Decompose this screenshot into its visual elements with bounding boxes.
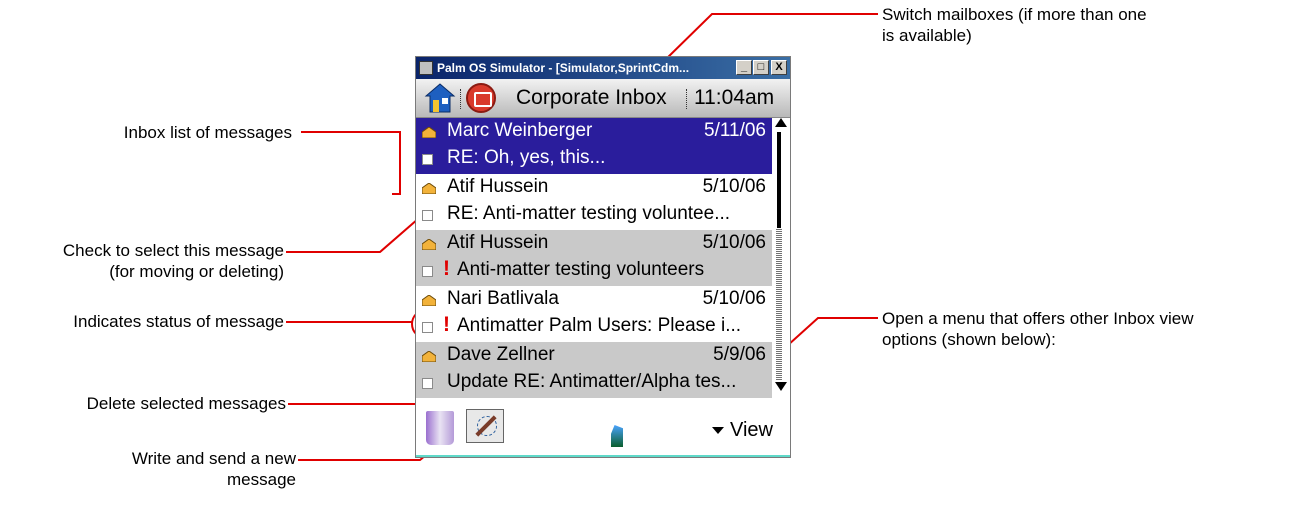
message-checkbox[interactable] xyxy=(422,210,433,221)
open-envelope-icon xyxy=(422,351,436,362)
header-separator xyxy=(686,89,689,109)
message-subject: Anti-matter testing volunteers xyxy=(457,259,705,280)
window-titlebar[interactable]: Palm OS Simulator - [Simulator,SprintCdm… xyxy=(416,57,790,79)
open-envelope-icon xyxy=(422,239,436,250)
close-button[interactable]: X xyxy=(771,60,787,75)
message-subject: Update RE: Antimatter/Alpha tes... xyxy=(447,371,737,392)
message-subject: RE: Oh, yes, this... xyxy=(447,147,606,168)
header-separator xyxy=(460,89,463,109)
app-header: Corporate Inbox 11:04am xyxy=(416,79,790,118)
message-checkbox[interactable] xyxy=(422,154,433,165)
message-sender: Atif Hussein xyxy=(447,232,549,253)
triangle-down-icon xyxy=(712,427,724,435)
annotation-view-menu: Open a menu that offers other Inbox view… xyxy=(882,309,1194,349)
palm-simulator-window: Palm OS Simulator - [Simulator,SprintCdm… xyxy=(415,56,791,458)
compose-icon[interactable] xyxy=(466,409,504,443)
bottom-toolbar: View xyxy=(416,401,790,457)
maximize-button[interactable]: □ xyxy=(753,60,769,75)
message-date: 5/10/06 xyxy=(702,288,766,309)
message-checkbox[interactable] xyxy=(422,322,433,333)
annotation-status: Indicates status of message xyxy=(73,312,284,331)
message-checkbox[interactable] xyxy=(422,378,433,389)
message-row[interactable]: Marc Weinberger 5/11/06 RE: Oh, yes, thi… xyxy=(416,118,772,174)
minimize-button[interactable]: _ xyxy=(736,60,752,75)
open-envelope-icon xyxy=(422,183,436,194)
mailbox-switcher[interactable]: Corporate Inbox xyxy=(516,86,667,110)
scroll-track[interactable] xyxy=(776,228,782,380)
annotation-check-select: Check to select this message (for moving… xyxy=(62,241,284,281)
message-sender: Marc Weinberger xyxy=(447,120,593,141)
annotation-switch-mailboxes: Switch mailboxes (if more than one is av… xyxy=(882,5,1147,45)
scroll-up-arrow-icon[interactable] xyxy=(775,118,787,127)
mail-app-icon[interactable] xyxy=(466,83,496,113)
trash-icon[interactable] xyxy=(426,411,454,445)
message-date: 5/10/06 xyxy=(702,232,766,253)
scroll-thumb[interactable] xyxy=(777,132,781,228)
open-envelope-icon xyxy=(422,127,436,138)
message-row[interactable]: Atif Hussein 5/10/06 RE: Anti-matter tes… xyxy=(416,174,772,230)
message-checkbox[interactable] xyxy=(422,266,433,277)
urgent-status-icon: ! xyxy=(443,313,450,336)
open-envelope-icon xyxy=(422,295,436,306)
message-sender: Dave Zellner xyxy=(447,344,555,365)
message-row[interactable]: Dave Zellner 5/9/06 Update RE: Antimatte… xyxy=(416,342,772,398)
message-row[interactable]: Atif Hussein 5/10/06 ! Anti-matter testi… xyxy=(416,230,772,286)
scroll-down-arrow-icon[interactable] xyxy=(775,382,787,391)
message-subject: RE: Anti-matter testing voluntee... xyxy=(447,203,731,224)
simulator-app-icon xyxy=(419,61,433,75)
annotation-delete: Delete selected messages xyxy=(86,394,286,413)
message-sender: Nari Batlivala xyxy=(447,288,559,309)
signal-icon xyxy=(611,425,623,447)
inbox-message-list: Marc Weinberger 5/11/06 RE: Oh, yes, thi… xyxy=(416,118,776,414)
view-menu-button[interactable]: View xyxy=(712,419,773,442)
bottom-border xyxy=(416,455,790,457)
message-date: 5/11/06 xyxy=(704,120,766,141)
leader-check-select xyxy=(286,211,427,253)
inbox-scrollbar[interactable] xyxy=(772,118,790,394)
clock: 11:04am xyxy=(694,86,775,109)
message-sender: Atif Hussein xyxy=(447,176,549,197)
message-subject: Antimatter Palm Users: Please i... xyxy=(457,315,742,336)
urgent-status-icon: ! xyxy=(443,257,450,280)
window-title: Palm OS Simulator - [Simulator,SprintCdm… xyxy=(437,61,690,75)
leader-inbox-list xyxy=(301,131,401,195)
message-date: 5/10/06 xyxy=(702,176,766,197)
home-icon[interactable] xyxy=(424,82,456,114)
message-row[interactable]: Nari Batlivala 5/10/06 ! Antimatter Palm… xyxy=(416,286,772,342)
view-menu-label: View xyxy=(730,419,773,441)
message-date: 5/9/06 xyxy=(713,344,766,365)
annotation-inbox-list: Inbox list of messages xyxy=(123,123,292,142)
annotation-write: Write and send a new message xyxy=(131,449,296,489)
